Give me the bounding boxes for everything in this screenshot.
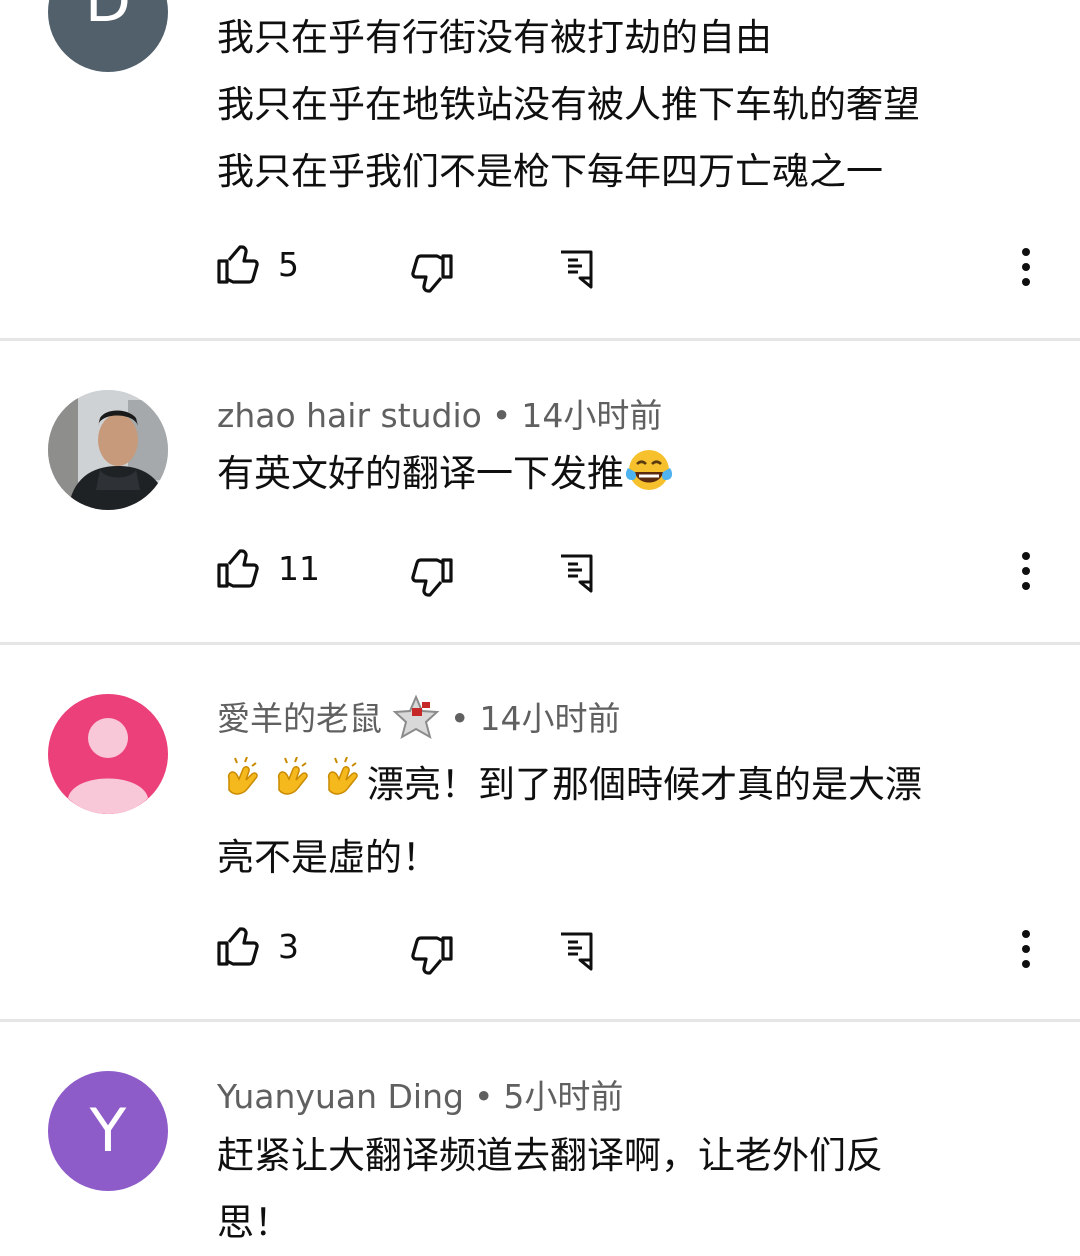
author-name[interactable]: 愛羊的老鼠	[217, 699, 382, 738]
divider	[0, 642, 1080, 645]
comment-time: 5小时前	[503, 1077, 624, 1116]
comment-line: 我只在乎我们不是枪下每年四万亡魂之一	[217, 150, 883, 193]
reply-icon	[558, 249, 594, 289]
like-button[interactable]: 3	[216, 925, 299, 967]
like-count: 11	[278, 548, 320, 588]
clapping-hands-icon	[217, 756, 267, 824]
reply-icon	[558, 931, 594, 971]
like-button[interactable]: 5	[216, 243, 299, 285]
face-with-tears-of-joy-icon	[624, 446, 674, 513]
comment-meta: 愛羊的老鼠 • 14小时前	[217, 692, 620, 750]
avatar-letter: Y	[89, 1096, 127, 1166]
comment-meta: zhao hair studio • 14小时前	[217, 389, 662, 437]
divider	[0, 338, 1080, 341]
comment-line: 我只在乎在地铁站没有被人推下车轨的奢望	[217, 83, 920, 126]
more-vert-icon	[1022, 552, 1030, 590]
comment-actions: 11	[0, 539, 1080, 599]
dislike-button[interactable]	[410, 253, 454, 295]
comment-line: 思！	[217, 1201, 291, 1244]
comment-body: 赶紧让大翻译频道去翻译啊，让老外们反 思！	[217, 1122, 1037, 1256]
more-options-button[interactable]	[1010, 547, 1042, 607]
comment-body: 漂亮！到了那個時候才真的是大漂 亮不是虛的！	[217, 751, 1037, 891]
like-count: 3	[278, 926, 299, 966]
like-count: 5	[278, 244, 299, 284]
comment-line: 有英文好的翻译一下发推	[217, 452, 624, 495]
divider	[0, 1019, 1080, 1022]
comment-actions: 5	[0, 235, 1080, 295]
comment-line: 我只在乎有行街没有被打劫的自由	[217, 16, 772, 59]
clapping-hands-icon	[317, 756, 367, 824]
comment-time: 14小时前	[521, 396, 663, 435]
meta-separator: •	[491, 396, 512, 435]
author-name[interactable]: Yuanyuan Ding	[217, 1077, 464, 1116]
more-options-button[interactable]	[1010, 243, 1042, 303]
avatar[interactable]: D	[48, 0, 168, 72]
clapping-hands-icon	[267, 756, 317, 824]
thumb-down-icon	[410, 253, 454, 295]
like-button[interactable]: 11	[216, 547, 320, 589]
meta-separator: •	[473, 1077, 494, 1116]
avatar[interactable]	[48, 390, 168, 510]
dislike-button[interactable]	[410, 557, 454, 599]
comment-line: 赶紧让大翻译频道去翻译啊，让老外们反	[217, 1134, 883, 1177]
comment-line: 漂亮！到了那個時候才真的是大漂	[367, 763, 922, 806]
comment-body: 有英文好的翻译一下发推	[217, 440, 1037, 513]
thumb-up-icon	[216, 243, 260, 285]
comment-meta: Yuanyuan Ding • 5小时前	[217, 1070, 623, 1118]
default-user-icon	[68, 718, 148, 814]
avatar[interactable]: Y	[48, 1071, 168, 1191]
more-vert-icon	[1022, 248, 1030, 286]
more-options-button[interactable]	[1010, 925, 1042, 985]
thumb-up-icon	[216, 925, 260, 967]
thumb-down-icon	[410, 557, 454, 599]
reply-icon	[558, 553, 594, 593]
avatar[interactable]	[48, 694, 168, 814]
reply-button[interactable]	[558, 249, 594, 289]
more-vert-icon	[1022, 930, 1030, 968]
avatar-letter: D	[84, 0, 132, 36]
thumb-up-icon	[216, 547, 260, 589]
dislike-button[interactable]	[410, 935, 454, 977]
thumb-down-icon	[410, 935, 454, 977]
comment-time: 14小时前	[479, 699, 621, 738]
meta-separator: •	[450, 699, 470, 738]
comment-actions: 3	[0, 917, 1080, 977]
comment-body: 我只在乎有行街没有被打劫的自由 我只在乎在地铁站没有被人推下车轨的奢望 我只在乎…	[217, 4, 1037, 205]
comment-line: 亮不是虛的！	[217, 836, 439, 879]
reply-button[interactable]	[558, 553, 594, 593]
avatar-photo	[48, 390, 168, 510]
author-name[interactable]: zhao hair studio	[217, 396, 482, 435]
reply-button[interactable]	[558, 931, 594, 971]
member-star-badge-icon	[392, 694, 440, 750]
